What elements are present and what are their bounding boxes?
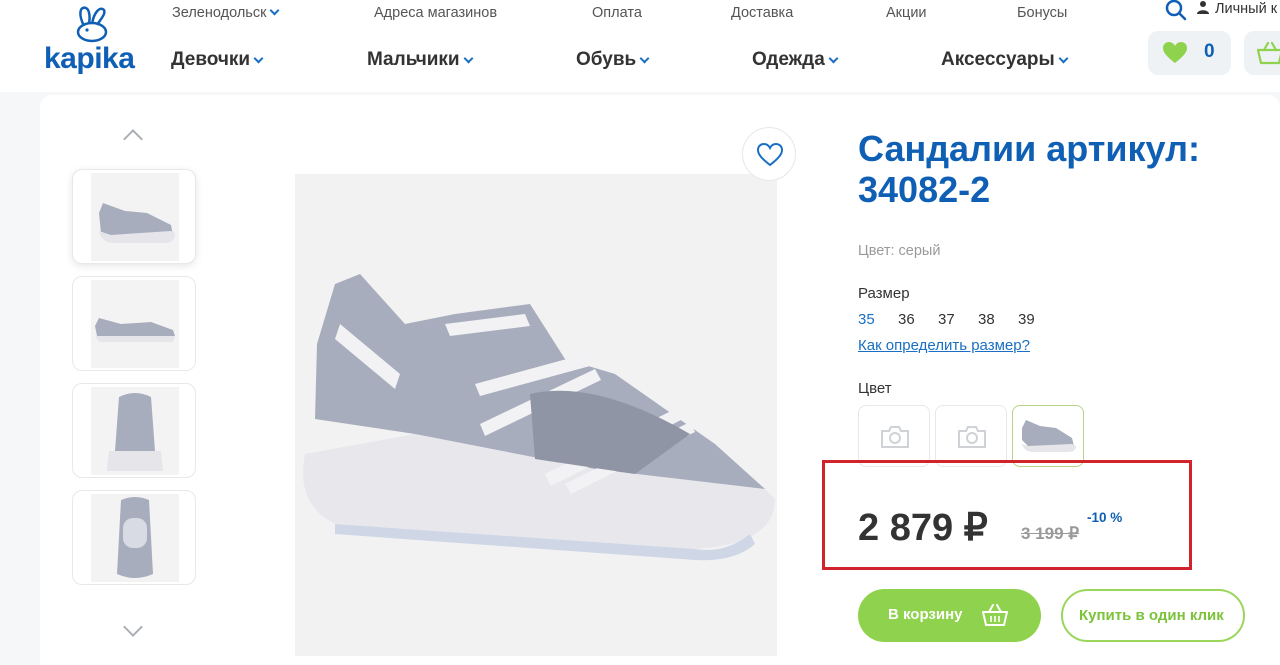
chevron-down-icon [828,53,839,64]
account-link[interactable]: Личный к [1196,0,1277,17]
product-main-photo[interactable] [295,174,777,656]
buy-one-click-button[interactable]: Купить в один клик [1061,589,1245,642]
basket-icon [982,604,1008,626]
size-guide-link[interactable]: Как определить размер? [858,337,1030,354]
nav-shoes-label: Обувь [576,49,637,70]
favorites-count: 0 [1204,41,1215,62]
chevron-down-icon [269,5,280,16]
nav-girls-label: Девочки [171,49,251,70]
chevron-down-icon [463,53,474,64]
top-link-promotions[interactable]: Акции [886,5,927,21]
thumbnail-1[interactable] [72,169,196,264]
chevron-down-icon [1058,53,1069,64]
nav-accessories[interactable]: Аксессуары [941,49,1069,71]
camera-icon [881,426,909,448]
color-label: Цвет [858,380,892,397]
logo-text: kapika [44,42,135,75]
nav-accessories-label: Аксессуары [941,49,1055,70]
add-to-cart-label: В корзину [888,606,963,623]
nav-clothes[interactable]: Одежда [752,49,839,71]
sandal-side-thumb-icon [91,173,179,261]
nav-girls[interactable]: Девочки [171,49,264,71]
thumbnail-4[interactable] [72,490,196,585]
sandal-top-thumb-icon [91,494,179,582]
city-selector[interactable]: Зеленодольск [172,5,280,21]
sandal-photo-icon [303,274,775,561]
nav-boys-label: Мальчики [367,49,460,70]
site-header: kapika Зеленодольск Адреса магазинов Опл… [0,0,1280,92]
buy-one-click-label: Купить в один клик [1079,607,1224,624]
camera-icon [958,426,986,448]
size-option-38[interactable]: 38 [978,311,995,328]
basket-icon [1256,41,1280,65]
favorites-button[interactable]: 0 [1148,31,1231,75]
size-option-35[interactable]: 35 [858,311,875,328]
size-label: Размер [858,285,910,302]
top-link-stores[interactable]: Адреса магазинов [374,5,497,21]
rabbit-logo-icon [76,6,108,43]
discount-badge: -10 % [1087,510,1123,525]
nav-shoes[interactable]: Обувь [576,49,650,71]
account-label: Личный к [1215,1,1278,17]
old-price: 3 199 ₽ [1021,524,1080,543]
nav-boys[interactable]: Мальчики [367,49,474,71]
thumbnail-3[interactable] [72,383,196,478]
top-link-bonuses[interactable]: Бонусы [1017,5,1067,21]
size-option-36[interactable]: 36 [898,311,915,328]
top-link-payment[interactable]: Оплата [592,5,642,21]
search-icon[interactable] [1164,0,1188,22]
cart-button[interactable] [1244,31,1280,75]
product-title: Сандалии артикул: 34082-2 [858,128,1200,210]
size-option-39[interactable]: 39 [1018,311,1035,328]
add-to-wishlist-button[interactable] [742,127,796,181]
chevron-down-icon [639,53,650,64]
sandal-back-thumb-icon [91,387,179,475]
sandal-profile-thumb-icon [91,280,179,368]
nav-clothes-label: Одежда [752,49,825,70]
thumbnail-2[interactable] [72,276,196,371]
size-option-37[interactable]: 37 [938,311,955,328]
current-price: 2 879 ₽ [858,507,988,549]
color-swatch-2[interactable] [935,405,1007,467]
color-info: Цвет: серый [858,243,941,259]
city-name: Зеленодольск [172,5,267,21]
sandal-swatch-icon [1022,420,1076,452]
color-swatch-1[interactable] [858,405,930,467]
kapika-logo[interactable]: kapika [44,4,136,80]
color-swatch-grey[interactable] [1012,405,1084,467]
add-to-cart-button[interactable]: В корзину [858,589,1041,642]
chevron-down-icon [253,53,264,64]
user-icon [1197,1,1209,14]
heart-icon [1163,42,1187,63]
heart-outline-icon [757,143,783,167]
top-link-delivery[interactable]: Доставка [731,5,793,21]
